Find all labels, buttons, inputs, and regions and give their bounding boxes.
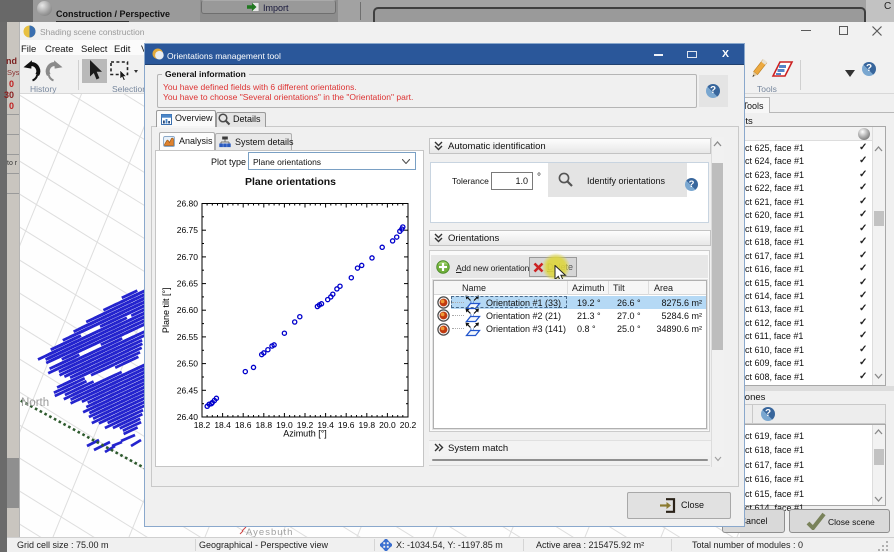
svg-text:26.45: 26.45 [177,385,199,395]
svg-text:26.75: 26.75 [177,225,199,235]
svg-text:26.65: 26.65 [177,279,199,289]
svg-text:18.4: 18.4 [214,420,231,430]
svg-text:18.6: 18.6 [235,420,252,430]
svg-text:18.8: 18.8 [256,420,273,430]
svg-text:26.40: 26.40 [177,412,199,422]
svg-text:26.50: 26.50 [177,359,199,369]
svg-text:20.2: 20.2 [400,420,417,430]
svg-text:Plane tilt [°]: Plane tilt [°] [161,287,171,333]
svg-text:19.8: 19.8 [359,420,376,430]
svg-text:26.80: 26.80 [177,199,199,209]
svg-text:Azimuth [°]: Azimuth [°] [283,429,327,439]
svg-text:19.6: 19.6 [338,420,355,430]
svg-text:North: North [21,397,49,409]
svg-text:26.70: 26.70 [177,252,199,262]
svg-text:26.60: 26.60 [177,305,199,315]
svg-text:Ayesbuth: Ayesbuth [246,527,293,537]
svg-text:20.0: 20.0 [379,420,396,430]
svg-text:26.55: 26.55 [177,332,199,342]
